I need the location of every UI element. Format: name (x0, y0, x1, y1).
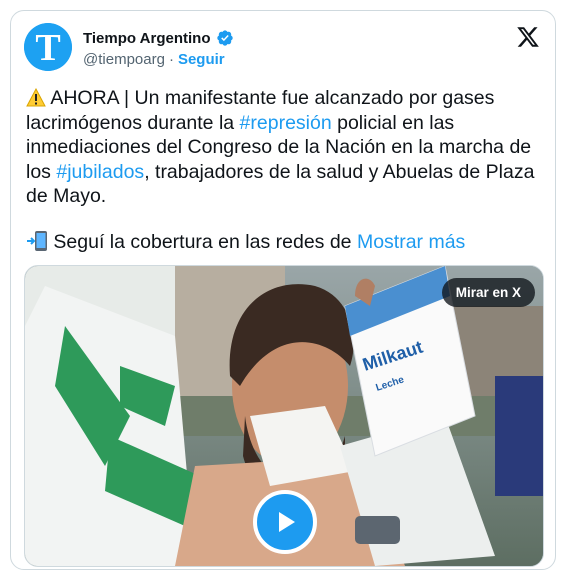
tweet-text: AHORA | Un manifestante fue alcanzado po… (26, 86, 546, 209)
video-media[interactable]: Milkaut Leche Mirar en X (24, 265, 544, 567)
show-more-link[interactable]: Mostrar más (357, 231, 465, 253)
follow-button[interactable]: Seguir (178, 51, 225, 68)
author-handle-row: @tiempoarg · Seguir (83, 51, 225, 68)
mobile-arrow-icon (27, 231, 47, 251)
coverage-line: Seguí la cobertura en las redes de Mostr… (26, 230, 465, 254)
verified-badge-icon (216, 30, 233, 46)
author-display-name[interactable]: Tiempo Argentino (83, 30, 211, 47)
play-button[interactable] (253, 490, 317, 554)
hashtag-represion[interactable]: #represión (240, 112, 332, 134)
x-logo-icon[interactable] (516, 25, 540, 49)
hashtag-jubilados[interactable]: #jubilados (56, 161, 144, 183)
author-name-row: Tiempo Argentino (83, 29, 234, 47)
avatar-letter: T (35, 27, 60, 69)
coverage-text: Seguí la cobertura en las redes de (48, 231, 357, 253)
author-handle[interactable]: @tiempoarg (83, 51, 165, 68)
embedded-tweet-card: T Tiempo Argentino @tiempoarg · Seguir A… (10, 10, 556, 570)
avatar-logo: T (24, 23, 72, 71)
avatar[interactable]: T (24, 23, 72, 71)
warning-icon (26, 88, 46, 107)
handle-separator: · (168, 51, 174, 68)
play-icon (279, 512, 295, 532)
watch-on-x-button[interactable]: Mirar en X (441, 278, 535, 307)
